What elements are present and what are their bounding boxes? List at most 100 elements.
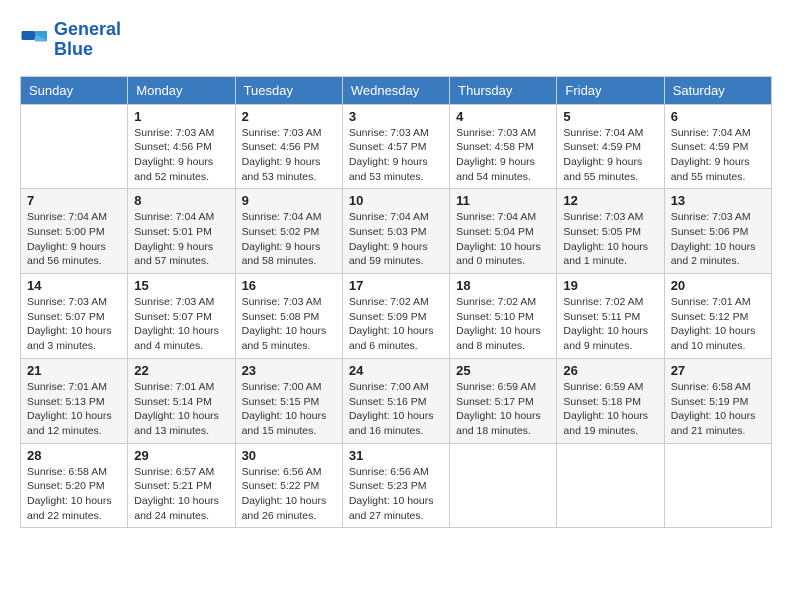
week-row-3: 14 Sunrise: 7:03 AMSunset: 5:07 PMDayligh…: [21, 274, 772, 359]
day-cell: 31Sunrise: 6:56 AMSunset: 5:23 PMDayligh…: [342, 443, 449, 528]
day-info: Sunrise: 7:04 AMSunset: 5:03 PMDaylight:…: [349, 210, 443, 269]
day-info: Sunrise: 7:03 AMSunset: 5:07 PMDaylight:…: [27, 295, 121, 354]
day-number: 13: [671, 193, 765, 208]
day-cell: 19Sunrise: 7:02 AMSunset: 5:11 PMDayligh…: [557, 274, 664, 359]
day-number: 31: [349, 448, 443, 463]
day-number: 29: [134, 448, 228, 463]
day-cell: 23Sunrise: 7:00 AMSunset: 5:15 PMDayligh…: [235, 358, 342, 443]
day-cell: 22 Sunrise: 7:01 AMSunset: 5:14 PMDayligh…: [128, 358, 235, 443]
week-row-4: 21Sunrise: 7:01 AMSunset: 5:13 PMDayligh…: [21, 358, 772, 443]
day-number: 17: [349, 278, 443, 293]
day-info: Sunrise: 7:03 AMSunset: 5:05 PMDaylight:…: [563, 210, 657, 269]
day-cell: 16 Sunrise: 7:03 AMSunset: 5:08 PMDayligh…: [235, 274, 342, 359]
day-number: 16: [242, 278, 336, 293]
day-info: Sunrise: 7:04 AMSunset: 4:59 PMDaylight:…: [563, 126, 657, 185]
day-cell: 6 Sunrise: 7:04 AMSunset: 4:59 PMDaylight…: [664, 104, 771, 189]
column-header-friday: Friday: [557, 76, 664, 104]
day-cell: 30 Sunrise: 6:56 AMSunset: 5:22 PMDayligh…: [235, 443, 342, 528]
day-info: Sunrise: 7:04 AMSunset: 5:02 PMDaylight:…: [242, 210, 336, 269]
column-header-saturday: Saturday: [664, 76, 771, 104]
day-cell: 17 Sunrise: 7:02 AMSunset: 5:09 PMDayligh…: [342, 274, 449, 359]
day-number: 7: [27, 193, 121, 208]
day-cell: [557, 443, 664, 528]
column-header-wednesday: Wednesday: [342, 76, 449, 104]
day-number: 10: [349, 193, 443, 208]
calendar-header-row: SundayMondayTuesdayWednesdayThursdayFrid…: [21, 76, 772, 104]
page-header: General Blue: [20, 20, 772, 60]
day-number: 1: [134, 109, 228, 124]
day-info: Sunrise: 7:02 AMSunset: 5:10 PMDaylight:…: [456, 295, 550, 354]
day-info: Sunrise: 7:03 AMSunset: 4:56 PMDaylight:…: [134, 126, 228, 185]
day-number: 26: [563, 363, 657, 378]
day-cell: 25 Sunrise: 6:59 AMSunset: 5:17 PMDayligh…: [450, 358, 557, 443]
day-number: 18: [456, 278, 550, 293]
day-number: 14: [27, 278, 121, 293]
logo-text: General Blue: [54, 20, 121, 60]
column-header-sunday: Sunday: [21, 76, 128, 104]
day-info: Sunrise: 7:01 AMSunset: 5:14 PMDaylight:…: [134, 380, 228, 439]
day-number: 21: [27, 363, 121, 378]
day-cell: 4 Sunrise: 7:03 AMSunset: 4:58 PMDaylight…: [450, 104, 557, 189]
day-cell: 13Sunrise: 7:03 AMSunset: 5:06 PMDayligh…: [664, 189, 771, 274]
day-number: 22: [134, 363, 228, 378]
week-row-2: 7 Sunrise: 7:04 AMSunset: 5:00 PMDaylight…: [21, 189, 772, 274]
day-number: 19: [563, 278, 657, 293]
week-row-5: 28Sunrise: 6:58 AMSunset: 5:20 PMDayligh…: [21, 443, 772, 528]
day-number: 6: [671, 109, 765, 124]
day-number: 20: [671, 278, 765, 293]
day-number: 24: [349, 363, 443, 378]
day-info: Sunrise: 7:04 AMSunset: 5:00 PMDaylight:…: [27, 210, 121, 269]
day-number: 11: [456, 193, 550, 208]
day-number: 2: [242, 109, 336, 124]
day-cell: [664, 443, 771, 528]
day-cell: 14 Sunrise: 7:03 AMSunset: 5:07 PMDayligh…: [21, 274, 128, 359]
day-number: 3: [349, 109, 443, 124]
day-number: 4: [456, 109, 550, 124]
day-info: Sunrise: 6:59 AMSunset: 5:18 PMDaylight:…: [563, 380, 657, 439]
week-row-1: 1 Sunrise: 7:03 AMSunset: 4:56 PMDaylight…: [21, 104, 772, 189]
day-cell: 29 Sunrise: 6:57 AMSunset: 5:21 PMDayligh…: [128, 443, 235, 528]
day-cell: [450, 443, 557, 528]
day-cell: 24Sunrise: 7:00 AMSunset: 5:16 PMDayligh…: [342, 358, 449, 443]
day-cell: 1 Sunrise: 7:03 AMSunset: 4:56 PMDaylight…: [128, 104, 235, 189]
day-cell: 5 Sunrise: 7:04 AMSunset: 4:59 PMDaylight…: [557, 104, 664, 189]
day-cell: 28Sunrise: 6:58 AMSunset: 5:20 PMDayligh…: [21, 443, 128, 528]
day-info: Sunrise: 7:04 AMSunset: 5:04 PMDaylight:…: [456, 210, 550, 269]
day-cell: 3Sunrise: 7:03 AMSunset: 4:57 PMDaylight…: [342, 104, 449, 189]
day-cell: 12 Sunrise: 7:03 AMSunset: 5:05 PMDayligh…: [557, 189, 664, 274]
column-header-thursday: Thursday: [450, 76, 557, 104]
day-cell: 11 Sunrise: 7:04 AMSunset: 5:04 PMDayligh…: [450, 189, 557, 274]
day-info: Sunrise: 7:00 AMSunset: 5:15 PMDaylight:…: [242, 380, 336, 439]
column-header-tuesday: Tuesday: [235, 76, 342, 104]
day-info: Sunrise: 6:59 AMSunset: 5:17 PMDaylight:…: [456, 380, 550, 439]
day-info: Sunrise: 6:58 AMSunset: 5:19 PMDaylight:…: [671, 380, 765, 439]
day-info: Sunrise: 7:03 AMSunset: 4:56 PMDaylight:…: [242, 126, 336, 185]
day-number: 25: [456, 363, 550, 378]
day-number: 5: [563, 109, 657, 124]
day-number: 12: [563, 193, 657, 208]
logo-icon: [20, 25, 50, 55]
day-info: Sunrise: 7:04 AMSunset: 5:01 PMDaylight:…: [134, 210, 228, 269]
day-info: Sunrise: 7:01 AMSunset: 5:12 PMDaylight:…: [671, 295, 765, 354]
day-cell: 7 Sunrise: 7:04 AMSunset: 5:00 PMDaylight…: [21, 189, 128, 274]
day-cell: 21Sunrise: 7:01 AMSunset: 5:13 PMDayligh…: [21, 358, 128, 443]
day-info: Sunrise: 7:04 AMSunset: 4:59 PMDaylight:…: [671, 126, 765, 185]
day-cell: 27Sunrise: 6:58 AMSunset: 5:19 PMDayligh…: [664, 358, 771, 443]
day-number: 8: [134, 193, 228, 208]
day-number: 30: [242, 448, 336, 463]
day-info: Sunrise: 6:56 AMSunset: 5:22 PMDaylight:…: [242, 465, 336, 524]
day-cell: 20 Sunrise: 7:01 AMSunset: 5:12 PMDayligh…: [664, 274, 771, 359]
day-info: Sunrise: 7:03 AMSunset: 5:08 PMDaylight:…: [242, 295, 336, 354]
column-header-monday: Monday: [128, 76, 235, 104]
logo: General Blue: [20, 20, 121, 60]
day-info: Sunrise: 6:57 AMSunset: 5:21 PMDaylight:…: [134, 465, 228, 524]
day-cell: 9Sunrise: 7:04 AMSunset: 5:02 PMDaylight…: [235, 189, 342, 274]
day-cell: 10 Sunrise: 7:04 AMSunset: 5:03 PMDayligh…: [342, 189, 449, 274]
day-number: 28: [27, 448, 121, 463]
day-info: Sunrise: 7:03 AMSunset: 4:58 PMDaylight:…: [456, 126, 550, 185]
day-cell: 15Sunrise: 7:03 AMSunset: 5:07 PMDayligh…: [128, 274, 235, 359]
day-cell: [21, 104, 128, 189]
day-info: Sunrise: 7:03 AMSunset: 5:07 PMDaylight:…: [134, 295, 228, 354]
day-cell: 26 Sunrise: 6:59 AMSunset: 5:18 PMDayligh…: [557, 358, 664, 443]
day-info: Sunrise: 7:02 AMSunset: 5:09 PMDaylight:…: [349, 295, 443, 354]
